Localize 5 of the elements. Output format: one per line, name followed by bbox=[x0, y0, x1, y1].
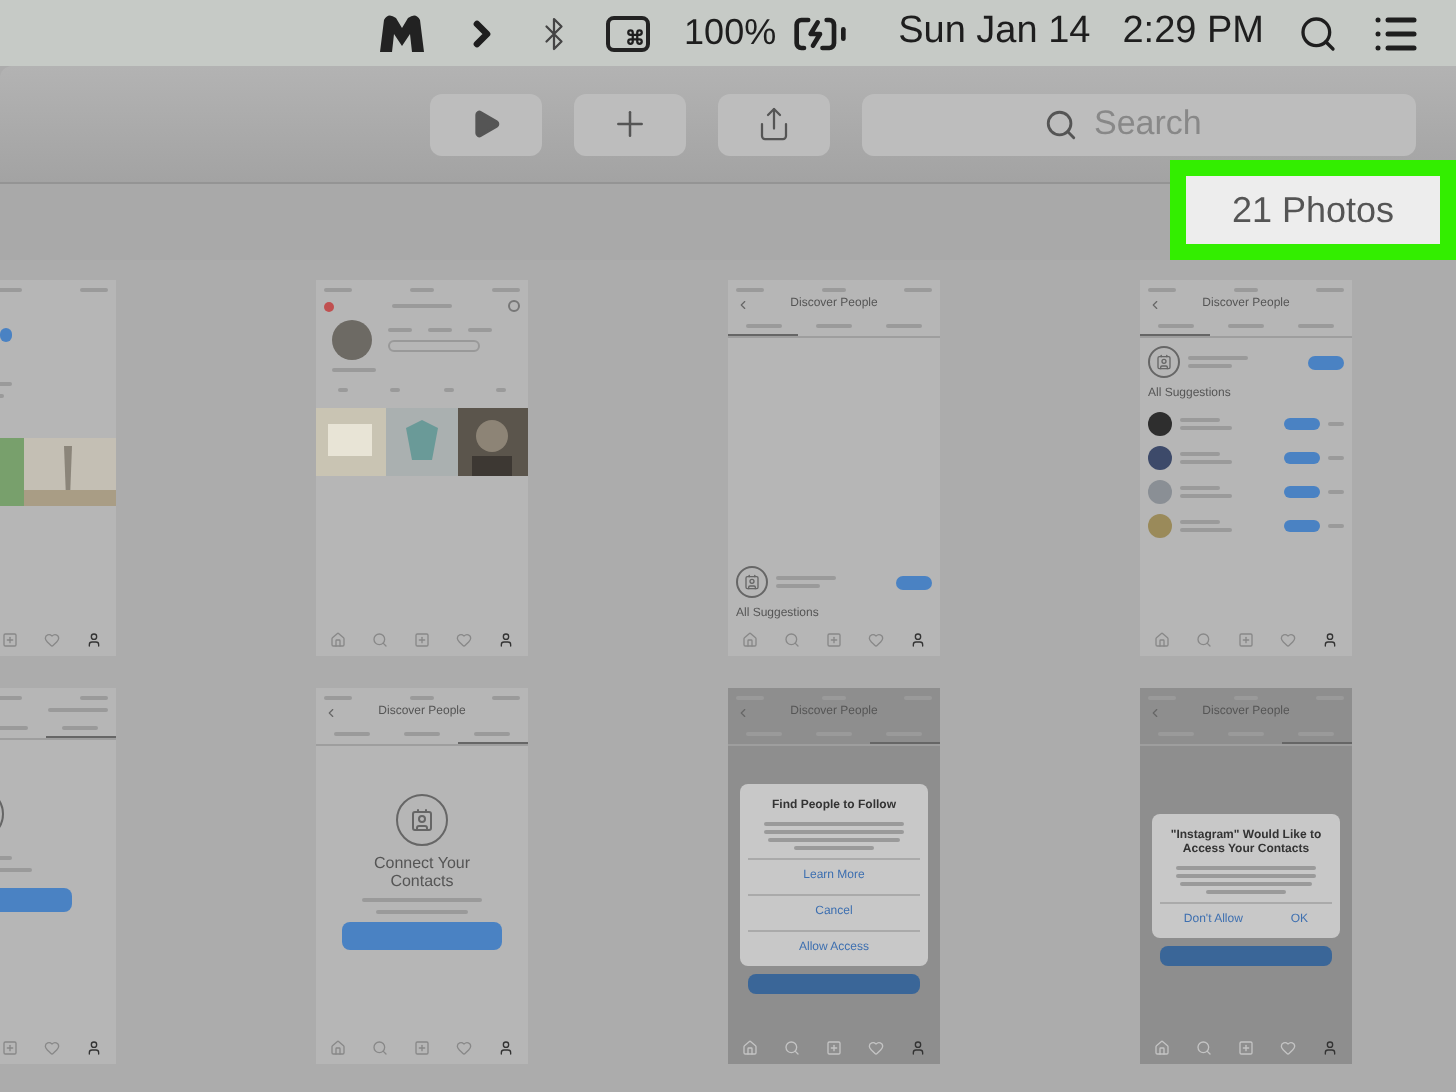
battery-percentage: 100% bbox=[684, 10, 777, 56]
menu-date: Sun Jan 14 bbox=[898, 8, 1091, 57]
menu-time: 2:29 PM bbox=[1122, 8, 1264, 57]
photo-count: 21 Photos bbox=[1231, 187, 1395, 233]
connect-heading: Connect Your Contacts bbox=[371, 854, 473, 890]
